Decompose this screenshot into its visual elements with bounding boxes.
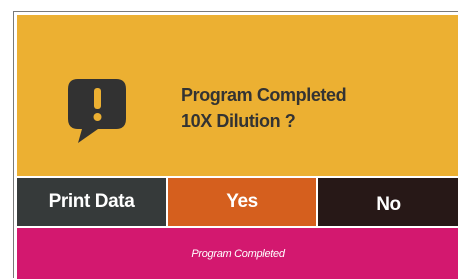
dialog-message-line2: 10X Dilution ? [181, 111, 296, 131]
print-data-button[interactable]: Print Data [17, 178, 166, 226]
yes-button-label: Yes [226, 191, 258, 212]
speech-bubble-exclamation-icon [68, 79, 126, 143]
print-data-button-label: Print Data [48, 191, 135, 212]
status-bar: Program Completed [17, 228, 458, 279]
no-button-label: No [376, 194, 401, 215]
app-frame: Program Completed 10X Dilution ? Print D… [13, 11, 458, 279]
dialog-message: Program Completed 10X Dilution ? [181, 82, 347, 134]
dialog-message-line1: Program Completed [181, 85, 347, 105]
status-text: Program Completed [191, 247, 285, 260]
no-button[interactable]: No [318, 178, 458, 226]
button-bar: Print Data Yes No [17, 178, 458, 226]
yes-button[interactable]: Yes [168, 178, 316, 226]
confirm-dialog: Program Completed 10X Dilution ? [17, 15, 458, 176]
